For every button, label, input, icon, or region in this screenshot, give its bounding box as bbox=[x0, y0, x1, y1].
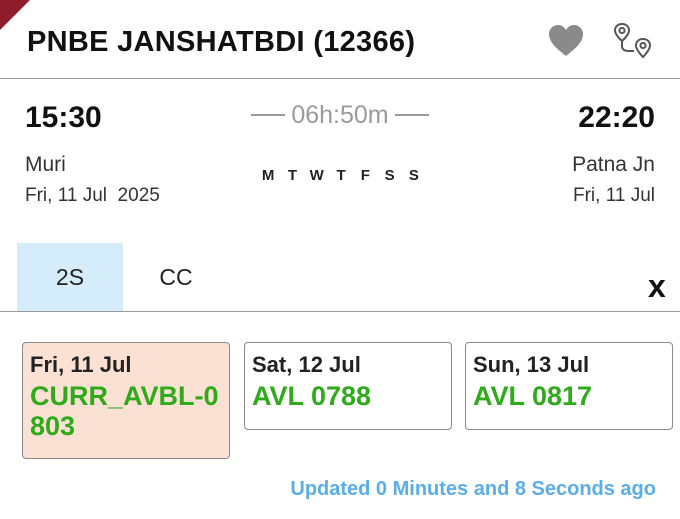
arrival-date: Fri, 11 Jul bbox=[572, 185, 655, 206]
duration-text: 06h:50m bbox=[291, 100, 389, 129]
run-day: S bbox=[384, 167, 395, 184]
duration-line-left bbox=[251, 114, 286, 116]
route-map-icon[interactable] bbox=[612, 20, 654, 62]
run-days: M T W T F S S bbox=[256, 167, 426, 184]
availability-date: Sun, 13 Jul bbox=[473, 352, 590, 377]
departure-time: 15:30 bbox=[25, 101, 102, 134]
availability-status: AVL 0788 bbox=[252, 381, 372, 411]
run-day: S bbox=[408, 167, 419, 184]
availability-status: CURR_AVBL-0803 bbox=[30, 381, 219, 441]
availability-date: Fri, 11 Jul bbox=[30, 352, 132, 377]
departure-date: Fri, 11 Jul 2025 bbox=[25, 185, 160, 206]
departure-station: Muri bbox=[25, 153, 66, 176]
train-header: PNBE JANSHATBDI (12366) bbox=[0, 0, 680, 80]
train-title: PNBE JANSHATBDI (12366) bbox=[27, 26, 416, 58]
duration-line-right bbox=[394, 114, 429, 116]
availability-card[interactable]: Sat, 12 Jul AVL 0788 bbox=[244, 342, 452, 430]
close-button[interactable]: x bbox=[648, 270, 666, 302]
run-day: T bbox=[287, 167, 298, 184]
availability-status: AVL 0817 bbox=[473, 381, 593, 411]
run-day: W bbox=[309, 167, 324, 184]
availability-card[interactable]: Sun, 13 Jul AVL 0817 bbox=[465, 342, 673, 430]
tabs-divider bbox=[0, 311, 680, 312]
availability-date: Sat, 12 Jul bbox=[252, 352, 361, 377]
header-divider bbox=[0, 78, 680, 79]
arrival-station: Patna Jn bbox=[572, 153, 655, 176]
availability-card-selected[interactable]: Fri, 11 Jul CURR_AVBL-0803 bbox=[22, 342, 230, 459]
tab-class-2s[interactable]: 2S bbox=[17, 243, 123, 311]
run-day: M bbox=[261, 167, 275, 184]
tab-class-cc[interactable]: CC bbox=[123, 243, 229, 311]
heart-icon[interactable] bbox=[548, 24, 584, 58]
last-updated-text: Updated 0 Minutes and 8 Seconds ago bbox=[290, 478, 656, 500]
arrival-time: 22:20 bbox=[578, 101, 655, 134]
run-day: T bbox=[336, 167, 346, 184]
run-day: F bbox=[360, 167, 370, 184]
journey-duration: 06h:50m bbox=[240, 100, 440, 130]
